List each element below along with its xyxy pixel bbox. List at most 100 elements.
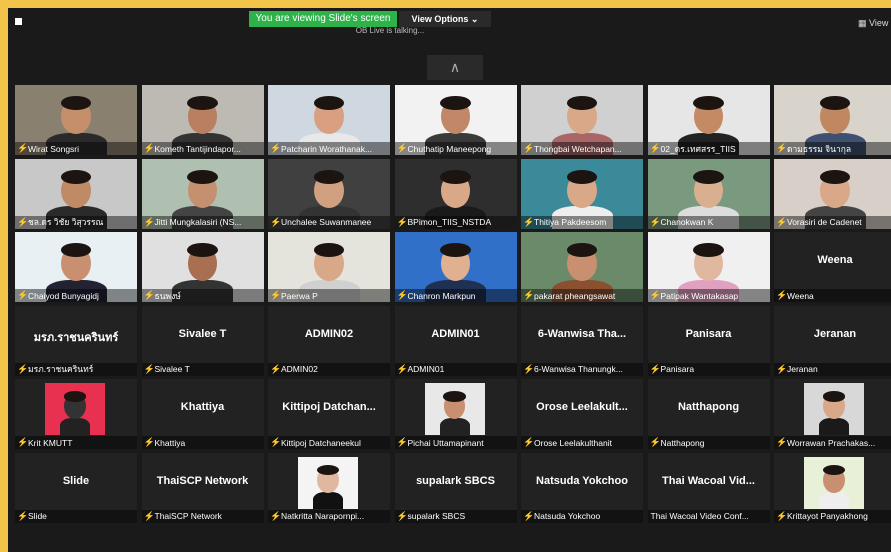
participant-name: Krittayot Panyakhong xyxy=(787,511,868,521)
participant-name-label: ⚡ Chanron Markpun xyxy=(394,289,517,302)
participant-tile[interactable]: Weena ⚡ Weena xyxy=(774,232,891,302)
participant-name-label: ⚡ Patcharin Worathanak... xyxy=(268,142,390,155)
participant-tile[interactable]: มรภ.ราชนครินทร์ ⚡ มรภ.ราชนครินทร์ xyxy=(15,305,137,376)
participant-name-label: ⚡ Sivalee T xyxy=(141,362,264,376)
muted-mic-icon: ⚡ xyxy=(776,510,788,521)
participant-name: Kittipoj Datchaneekul xyxy=(281,437,361,448)
muted-mic-icon: ⚡ xyxy=(523,437,535,447)
participant-name: Khattiya xyxy=(154,437,186,448)
participant-name: Jitti Mungkalasiri (NS... xyxy=(154,217,242,227)
participant-tile[interactable]: ADMIN02 ⚡ ADMIN02 xyxy=(268,305,390,376)
muted-mic-icon: ⚡ xyxy=(143,437,155,447)
participant-name: supalark SBCS xyxy=(407,511,466,521)
participant-tile[interactable]: ⚡ Thitiya Pakdeesom xyxy=(521,158,643,229)
participant-tile[interactable]: Slide ⚡ Slide xyxy=(15,452,137,523)
participant-display-name: supalark SBCS xyxy=(416,474,495,487)
participant-name: Chaiyod Bunyagidj xyxy=(28,290,99,301)
muted-mic-icon: ⚡ xyxy=(270,290,282,300)
participant-tile[interactable]: ⚡ ธนพงษ์ xyxy=(141,232,264,302)
participant-tile[interactable]: Thai Wacoal Vid... Thai Wacoal Video Conf… xyxy=(647,452,770,523)
participant-name: Patipak Wantakasap xyxy=(660,290,739,301)
participant-name: Natkritta Narapornpi... xyxy=(281,511,365,521)
participant-tile[interactable]: Natsuda Yokchoo ⚡ Natsuda Yokchoo xyxy=(521,452,643,523)
participant-tile[interactable]: ⚡ Krit KMUTT xyxy=(15,379,137,449)
muted-mic-icon: ⚡ xyxy=(523,363,535,374)
participant-display-name: ADMIN01 xyxy=(431,327,480,340)
participant-name-label: ⚡ Natthapong xyxy=(647,436,770,449)
participant-name-label: ⚡ pakarat pheangsawat xyxy=(521,289,643,302)
participant-name-label: ⚡ ดามธรรม จินากุล xyxy=(774,142,891,155)
participant-tile[interactable]: Jeranan ⚡ Jeranan xyxy=(774,305,891,376)
participant-tile[interactable]: ⚡ Wirat Songsri xyxy=(15,85,137,155)
participant-tile[interactable]: ⚡ ดามธรรม จินากุล xyxy=(774,85,891,155)
muted-mic-icon: ⚡ xyxy=(649,143,661,153)
muted-mic-icon: ⚡ xyxy=(396,290,408,300)
participant-display-name: Natsuda Yokchoo xyxy=(536,474,628,487)
participant-tile[interactable]: Khattiya ⚡ Khattiya xyxy=(141,379,264,449)
participant-display-name: Khattiya xyxy=(180,401,225,413)
participant-name: Natthapong xyxy=(660,437,705,448)
participant-name: Orose Leelakulthanit xyxy=(534,437,612,448)
participant-tile[interactable]: ⚡ Chanron Markpun xyxy=(394,232,517,302)
participant-name-label: ⚡ BPimon_TIIS_NSTDA xyxy=(394,215,517,229)
muted-mic-icon: ⚡ xyxy=(17,437,29,447)
participant-name: ชล.ดร วิชัย วิสุวรรณ xyxy=(28,217,104,227)
participant-tile[interactable]: ⚡ Kometh Tantijindapor... xyxy=(141,85,264,155)
participant-tile[interactable]: ⚡ pakarat pheangsawat xyxy=(521,232,643,302)
participant-name-label: ⚡ Panisara xyxy=(647,362,770,376)
participant-tile[interactable]: ⚡ 02_ดร.เทศสรร_TIIS xyxy=(647,85,770,155)
participant-name-label: ⚡ Thongbai Wetchapan... xyxy=(521,142,643,155)
participant-tile[interactable]: ⚡ ชล.ดร วิชัย วิสุวรรณ xyxy=(15,158,137,229)
participant-tile[interactable]: ⚡ Thongbai Wetchapan... xyxy=(521,85,643,155)
participant-tile[interactable]: 6-Wanwisa Tha... ⚡ 6-Wanwisa Thanungk... xyxy=(521,305,643,376)
participant-tile[interactable]: Natthapong ⚡ Natthapong xyxy=(647,379,770,449)
participant-name-label: ⚡ Kittipoj Datchaneekul xyxy=(268,436,390,449)
participant-name-label: ⚡ ADMIN01 xyxy=(394,362,517,376)
muted-mic-icon: ⚡ xyxy=(649,437,661,447)
participant-display-name: Weena xyxy=(817,254,853,266)
muted-mic-icon: ⚡ xyxy=(396,216,408,227)
participant-name-label: ⚡ Chanokwan K xyxy=(647,215,770,229)
view-button[interactable]: ▦ View xyxy=(858,16,891,30)
participant-name-label: ⚡ Krittayot Panyakhong xyxy=(774,509,891,523)
participant-name-label: ⚡ Khattiya xyxy=(141,436,264,449)
participant-tile[interactable]: ⚡ Vorasiri de Cadenet xyxy=(774,158,891,229)
participant-tile[interactable]: Orose Leelakult... ⚡ Orose Leelakulthanit xyxy=(521,379,643,449)
muted-mic-icon: ⚡ xyxy=(143,143,155,153)
participant-name-label: ⚡ Slide xyxy=(15,509,137,523)
participant-tile[interactable]: ThaiSCP Network ⚡ ThaiSCP Network xyxy=(141,452,264,523)
participant-tile[interactable]: Sivalee T ⚡ Sivalee T xyxy=(141,305,264,376)
participant-tile[interactable]: supalark SBCS ⚡ supalark SBCS xyxy=(394,452,517,523)
participant-tile[interactable]: ⚡ Unchalee Suwanmanee xyxy=(268,158,390,229)
participant-tile[interactable]: ⚡ Patipak Wantakasap xyxy=(647,232,770,302)
participant-display-name: Panisara xyxy=(685,327,732,340)
participant-name: Sivalee T xyxy=(154,364,190,374)
participant-display-name: Sivalee T xyxy=(178,327,227,340)
participant-tile[interactable]: ⚡ Pichai Uttamapinant xyxy=(394,379,517,449)
participant-tile[interactable]: ⚡ Jitti Mungkalasiri (NS... xyxy=(141,158,264,229)
participant-tile[interactable]: ⚡ BPimon_TIIS_NSTDA xyxy=(394,158,517,229)
participant-tile[interactable]: ⚡ Patcharin Worathanak... xyxy=(268,85,390,155)
participant-tile[interactable]: ⚡ Chanokwan K xyxy=(647,158,770,229)
participant-tile[interactable]: ⚡ Paerwa P xyxy=(268,232,390,302)
participant-name-label: ⚡ Jeranan xyxy=(774,362,891,376)
participant-tile[interactable]: Kittipoj Datchan... ⚡ Kittipoj Datchaneeku… xyxy=(268,379,390,449)
participant-tile[interactable]: Panisara ⚡ Panisara xyxy=(647,305,770,376)
participant-name-label: ⚡ Worrawan Prachakas... xyxy=(774,436,891,449)
participant-tile[interactable]: ⚡ Chuthatip Maneepong xyxy=(394,85,517,155)
participant-tile[interactable]: ⚡ Natkritta Narapornpi... xyxy=(268,452,390,523)
participant-name: ดามธรรม จินากุล xyxy=(787,143,852,154)
muted-mic-icon: ⚡ xyxy=(270,437,282,447)
muted-mic-icon: ⚡ xyxy=(649,216,661,227)
participant-video xyxy=(424,383,485,435)
participant-video xyxy=(298,456,358,509)
participant-name-label: ⚡ 02_ดร.เทศสรร_TIIS xyxy=(647,142,770,155)
participant-video xyxy=(804,383,864,435)
participant-name-label: ⚡ Natsuda Yokchoo xyxy=(521,509,643,523)
participant-tile[interactable]: ADMIN01 ⚡ ADMIN01 xyxy=(394,305,517,376)
participant-tile[interactable]: ⚡ Krittayot Panyakhong xyxy=(774,452,891,523)
collapse-icon[interactable]: ∧ xyxy=(427,55,483,80)
top-bar: You are viewing Slide's screen View Opti… xyxy=(8,8,891,82)
participant-tile[interactable]: ⚡ Worrawan Prachakas... xyxy=(774,379,891,449)
participant-tile[interactable]: ⚡ Chaiyod Bunyagidj xyxy=(15,232,137,302)
